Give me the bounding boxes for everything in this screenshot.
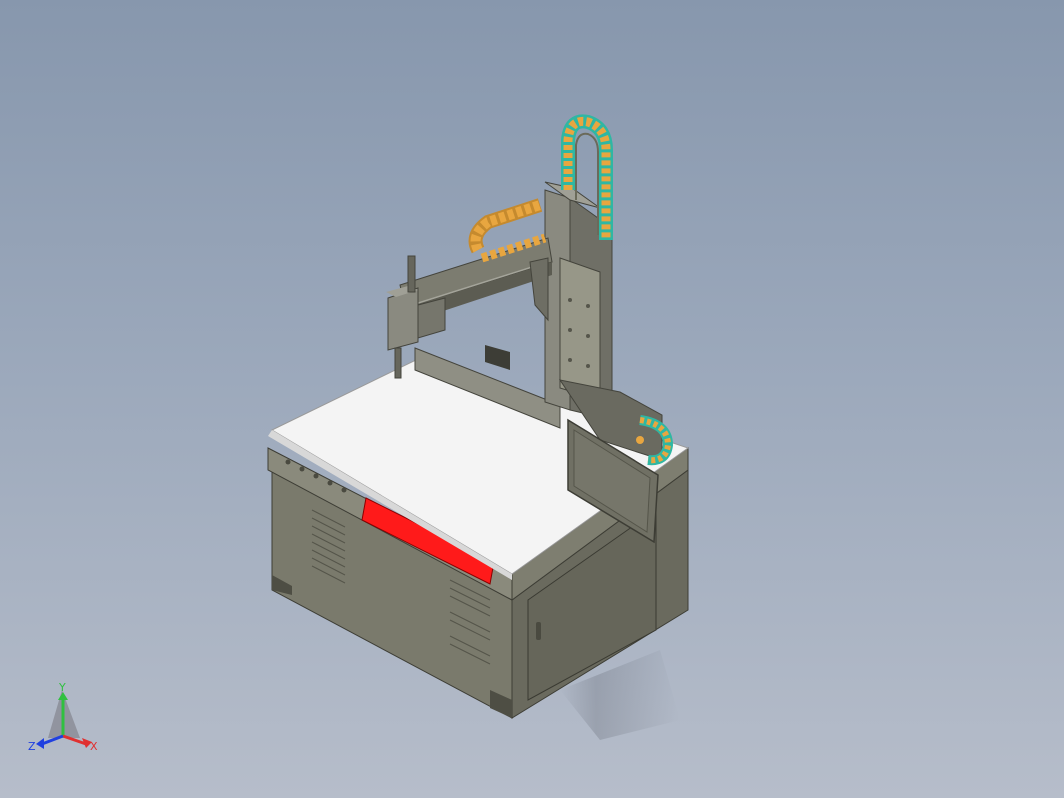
control-button[interactable] xyxy=(341,487,347,493)
tool-mount-block xyxy=(417,297,446,339)
z-arrow-icon xyxy=(36,738,44,749)
tool-spindle-top xyxy=(407,255,416,293)
machine-3d-model[interactable] xyxy=(0,0,1064,798)
tool-nozzle xyxy=(394,347,402,379)
control-button[interactable] xyxy=(327,480,333,486)
control-button[interactable] xyxy=(313,473,319,479)
triad-y-label: Y xyxy=(58,681,66,694)
orientation-triad[interactable]: Y X Z xyxy=(22,680,112,760)
tool-head-body xyxy=(387,287,419,351)
x-axis-motor xyxy=(485,345,510,370)
control-button[interactable] xyxy=(285,459,291,465)
door-handle[interactable] xyxy=(536,622,541,640)
arm-brace xyxy=(529,257,549,322)
triad-x-label: X xyxy=(90,740,98,753)
triad-z-label: Z xyxy=(28,740,36,753)
control-button[interactable] xyxy=(299,466,305,472)
z-slide-plate xyxy=(559,257,601,401)
cad-viewport[interactable]: Y X Z xyxy=(0,0,1064,798)
